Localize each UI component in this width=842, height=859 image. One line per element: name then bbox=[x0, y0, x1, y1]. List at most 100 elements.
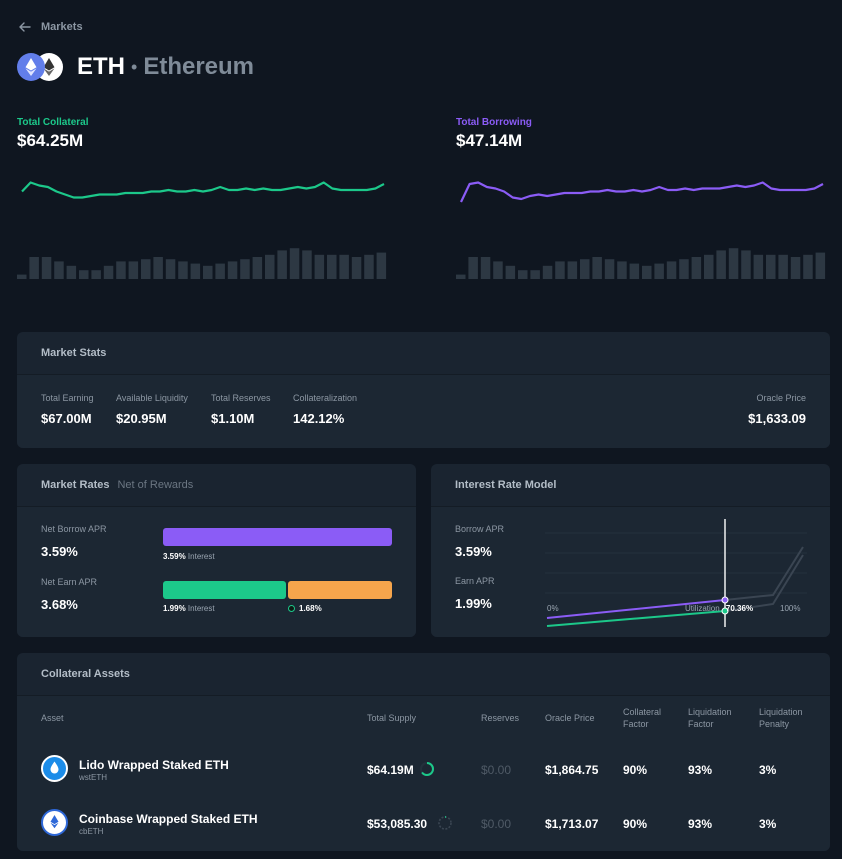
oracle-price: $1,864.75 bbox=[545, 763, 599, 777]
trend-line bbox=[460, 181, 824, 203]
model-label: Borrow APR bbox=[455, 524, 505, 534]
volume-bar bbox=[815, 252, 826, 279]
volume-bar bbox=[128, 261, 139, 279]
collateral-summary: Total Collateral $64.25M bbox=[17, 117, 89, 151]
volume-bar bbox=[190, 263, 201, 279]
reserves: $0.00 bbox=[481, 817, 512, 831]
trend-line bbox=[21, 181, 385, 199]
collateral-label: Total Collateral bbox=[17, 117, 89, 128]
stat-label: Total Reserves bbox=[211, 393, 271, 403]
table-row[interactable]: Coinbase Wrapped Staked ETH cbETH $53,08… bbox=[17, 796, 830, 850]
volume-bar bbox=[252, 257, 263, 279]
volume-bar bbox=[753, 254, 764, 279]
volume-bar bbox=[103, 265, 114, 279]
model-label: Earn APR bbox=[455, 576, 495, 586]
col-header-liquidation-factor: Liquidation Factor bbox=[688, 707, 732, 729]
volume-bar bbox=[480, 257, 491, 279]
stat-label: Collateralization bbox=[293, 393, 358, 403]
volume-bar bbox=[54, 261, 64, 279]
volume-bar bbox=[314, 254, 325, 279]
borrow-point bbox=[721, 596, 729, 604]
volume-bar bbox=[456, 274, 466, 279]
model-value: 1.99% bbox=[455, 596, 492, 611]
interest-rate-model-card: Interest Rate Model Borrow APR 3.59% Ear… bbox=[431, 464, 830, 637]
stat-label: Available Liquidity bbox=[116, 393, 188, 403]
col-header-oracle-price: Oracle Price bbox=[545, 713, 595, 723]
borrowing-sparkline bbox=[456, 181, 826, 279]
liquidation-penalty: 3% bbox=[759, 763, 777, 777]
volume-bar bbox=[41, 257, 52, 279]
volume-bar bbox=[215, 263, 225, 279]
volume-bar bbox=[227, 261, 238, 279]
volume-bar bbox=[327, 254, 337, 279]
volume-bar bbox=[629, 263, 640, 279]
volume-bar bbox=[604, 259, 615, 279]
collateral-assets-title: Collateral Assets bbox=[41, 668, 130, 680]
market-stats-title: Market Stats bbox=[41, 347, 107, 359]
eth-icon bbox=[17, 53, 45, 81]
earn-reward-value: 1.68% bbox=[299, 604, 322, 613]
cbeth-icon bbox=[41, 809, 68, 836]
volume-bar bbox=[716, 250, 726, 279]
volume-bar bbox=[741, 250, 751, 279]
volume-bar bbox=[654, 263, 664, 279]
supply-cap-ring bbox=[438, 816, 452, 830]
volume-bar bbox=[339, 254, 349, 279]
market-rates-title: Market Rates bbox=[41, 479, 110, 491]
volume-bar bbox=[203, 265, 213, 279]
rate-label: Net Borrow APR bbox=[41, 524, 107, 534]
borrowing-summary: Total Borrowing $47.14M bbox=[456, 117, 532, 151]
interest-rate-curve[interactable] bbox=[545, 517, 807, 627]
liquidation-factor: 93% bbox=[688, 817, 713, 831]
volume-bar bbox=[289, 248, 300, 279]
utilization-readout: Utilization 70.36% bbox=[685, 604, 753, 613]
back-link-label: Markets bbox=[41, 21, 83, 33]
volume-bar bbox=[530, 270, 540, 279]
volume-bar bbox=[691, 257, 702, 279]
volume-bar bbox=[265, 254, 275, 279]
volume-bar bbox=[728, 248, 739, 279]
volume-bar bbox=[580, 259, 590, 279]
stat-label: Oracle Price bbox=[756, 393, 806, 403]
collateral-sparkline bbox=[17, 181, 387, 279]
volume-bar bbox=[642, 265, 652, 279]
volume-bar bbox=[376, 252, 387, 279]
stat-available-liquidity: Available Liquidity $20.95M bbox=[116, 393, 188, 426]
collateral-factor: 90% bbox=[623, 763, 648, 777]
borrow-interest-bar bbox=[163, 528, 392, 546]
stat-total-reserves: Total Reserves $1.10M bbox=[211, 393, 271, 426]
back-link[interactable]: Markets bbox=[18, 20, 83, 34]
stat-value: $1,633.09 bbox=[748, 411, 806, 426]
volume-bar bbox=[542, 265, 553, 279]
table-row[interactable]: Lido Wrapped Staked ETH wstETH $64.19M $… bbox=[17, 742, 830, 796]
volume-bar bbox=[351, 257, 362, 279]
collateral-value: $64.25M bbox=[17, 131, 84, 150]
volume-bar bbox=[679, 259, 689, 279]
volume-bar bbox=[165, 259, 176, 279]
rate-value: 3.59% bbox=[41, 544, 78, 559]
axis-end-label: 100% bbox=[780, 604, 801, 613]
asset-name: Ethereum bbox=[143, 53, 255, 80]
asset-symbol: cbETH bbox=[79, 827, 104, 836]
volume-bar bbox=[567, 261, 578, 279]
volume-bar bbox=[116, 261, 126, 279]
model-value: 3.59% bbox=[455, 544, 492, 559]
asset-name: Lido Wrapped Staked ETH bbox=[79, 758, 229, 772]
collateral-assets-card: Collateral Assets Asset Total Supply Res… bbox=[17, 653, 830, 851]
wsteth-icon bbox=[41, 755, 68, 782]
borrow-interest-suffix: Interest bbox=[187, 552, 215, 561]
col-header-reserves: Reserves bbox=[481, 713, 520, 723]
volume-bar bbox=[240, 259, 250, 279]
asset-symbol: wstETH bbox=[79, 773, 107, 782]
volume-bar bbox=[666, 261, 677, 279]
liquidation-penalty: 3% bbox=[759, 817, 777, 831]
volume-bar bbox=[277, 250, 287, 279]
net-earn-apr: Net Earn APR 3.68% bbox=[41, 577, 97, 612]
borrow-interest-caption: 3.59% Interest bbox=[163, 552, 215, 561]
volume-bar bbox=[778, 254, 788, 279]
header-separator: • bbox=[131, 56, 138, 77]
interest-rate-model-title: Interest Rate Model bbox=[455, 479, 557, 491]
earn-curve bbox=[546, 610, 726, 627]
volume-bar bbox=[617, 261, 627, 279]
earn-curve-future bbox=[724, 554, 804, 612]
